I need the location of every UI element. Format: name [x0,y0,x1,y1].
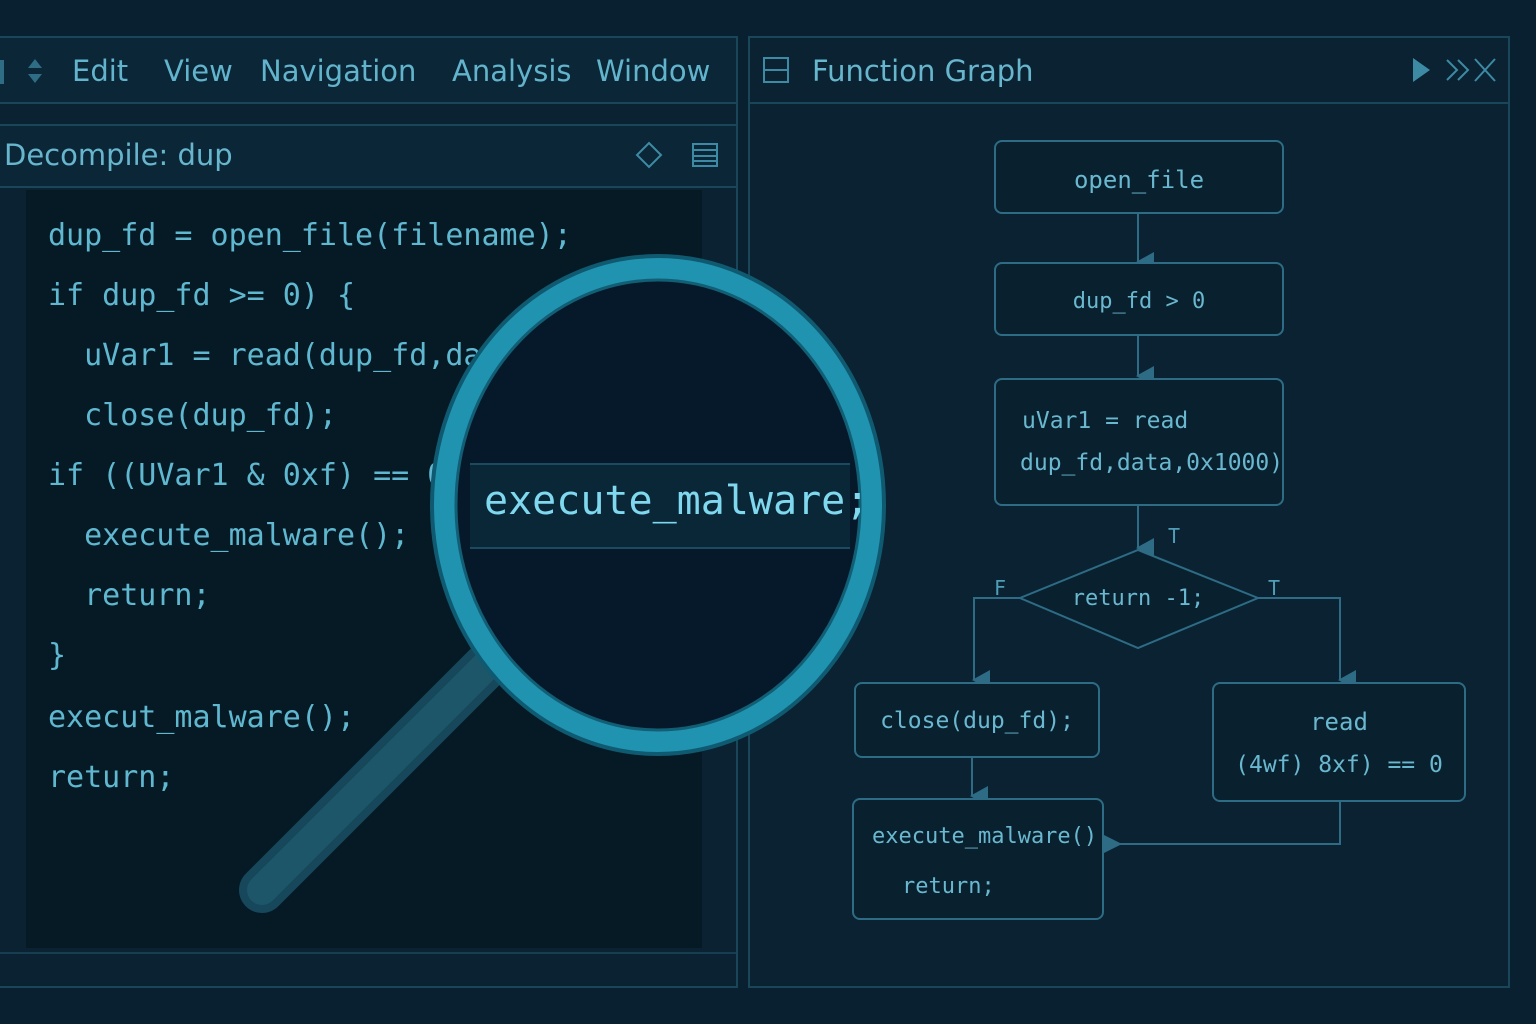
drag-handle[interactable] [0,60,4,84]
edge-label-true: T [1268,576,1281,600]
edge-label-false: F [994,576,1007,600]
magnified-text: execute_malware; [484,478,870,524]
code-line: if dup_fd >= 0) { [48,278,356,313]
node-label: open_file [1073,166,1205,194]
diamond-icon[interactable] [634,140,664,170]
menu-analysis[interactable]: Analysis [452,54,571,88]
code-line: return; [48,578,211,613]
node-label: dup_fd > 0 [1072,289,1206,314]
node-check-fd[interactable]: dup_fd > 0 [994,262,1284,336]
decision-label: return -1; [1071,586,1205,611]
menu-edit[interactable]: Edit [72,54,128,88]
node-label: uVar1 = read [1022,408,1189,434]
node-read[interactable]: uVar1 = read dup_fd,data,0x1000) [994,378,1284,506]
chevrons-right-icon[interactable] [1444,56,1474,84]
code-line: if ((UVar1 & 0xf) == 0d [48,458,464,493]
menu-window[interactable]: Window [596,54,710,88]
graph-title: Function Graph [812,54,1034,88]
code-line: return; [48,760,175,795]
list-icon[interactable] [690,140,720,170]
node-close[interactable]: close(dup_fd); [854,682,1100,758]
node-read-check[interactable]: read (4wf) 8xf) == 0 [1212,682,1466,802]
code-line: execut_malware(); [48,700,356,735]
node-label: dup_fd,data,0x1000) [1020,450,1284,476]
node-execute[interactable]: execute_malware() return; [852,798,1104,920]
node-label: (4wf) 8xf) == 0 [1235,752,1443,778]
decompiler-title: Decompile: dup [4,138,233,172]
code-line: uVar1 = read(dup_fd,da [48,338,482,373]
code-view[interactable]: dup_fd = open_file(filename); if dup_fd … [26,190,702,948]
code-line: dup_fd = open_file(filename); [48,218,572,253]
edge-label-true: T [1168,524,1181,548]
menu-navigation[interactable]: Navigation [260,54,416,88]
status-strip [0,952,736,986]
play-icon[interactable] [1410,56,1432,84]
code-line: close(dup_fd); [48,398,337,433]
node-open-file[interactable]: open_file [994,140,1284,214]
updown-arrows-icon[interactable] [26,57,44,85]
close-icon[interactable] [1472,56,1498,84]
menu-view[interactable]: View [164,54,233,88]
menu-bar: Edit View Navigation Analysis Window [0,38,736,104]
node-label: read [1310,708,1368,736]
decompiler-header: Decompile: dup [0,124,736,188]
code-line: execute_malware(); [48,518,410,553]
node-label: execute_malware() [872,824,1098,849]
window-icon[interactable] [762,56,790,84]
node-label: return; [902,874,995,899]
node-label: close(dup_fd); [880,708,1074,734]
code-line: } [48,638,67,673]
graph-header: Function Graph [750,38,1508,104]
